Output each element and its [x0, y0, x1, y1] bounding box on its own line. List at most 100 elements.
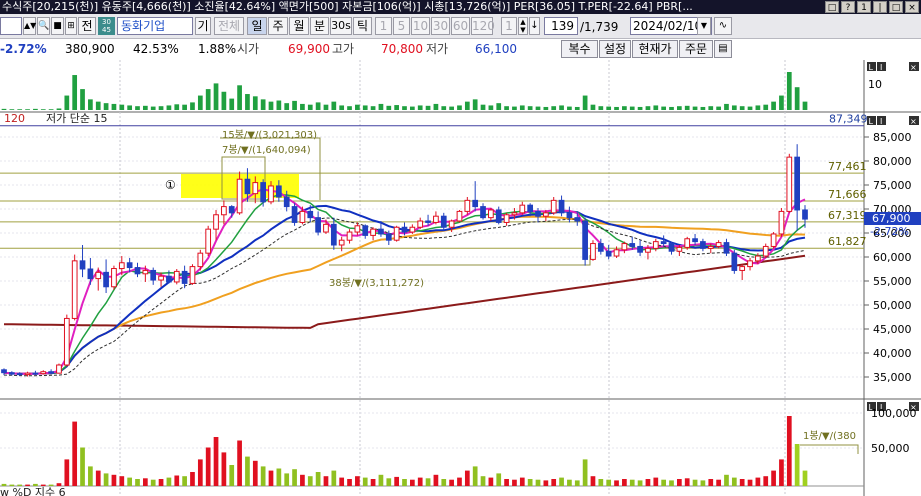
candle[interactable] — [228, 206, 235, 214]
candle[interactable] — [260, 182, 267, 203]
minute-5-button[interactable]: 5 — [393, 17, 410, 35]
cb-toggle-button[interactable]: 전 — [78, 17, 96, 35]
candle[interactable] — [739, 266, 746, 271]
candle[interactable] — [637, 245, 643, 253]
settings-button[interactable]: 설정 — [599, 40, 631, 58]
period-30s-button[interactable]: 30s — [330, 17, 352, 35]
stock-chart[interactable]: L I × L I × L I × 85,00080,00075,00070,0… — [0, 60, 921, 496]
candle[interactable] — [236, 178, 243, 214]
candle[interactable] — [802, 209, 808, 220]
stock-name-field[interactable]: 동화기업 — [117, 17, 193, 35]
candle[interactable] — [464, 199, 471, 212]
candle[interactable] — [692, 238, 698, 243]
candle[interactable] — [103, 271, 109, 288]
candle[interactable] — [330, 223, 337, 246]
candle[interactable] — [472, 199, 479, 208]
candle[interactable] — [8, 372, 15, 375]
order-button[interactable]: 주문 — [679, 40, 713, 58]
minute-30-button[interactable]: 30 — [431, 17, 450, 35]
gi-button[interactable]: 기 — [195, 17, 211, 35]
candle[interactable] — [629, 243, 636, 247]
candle[interactable] — [417, 220, 424, 228]
layout-1-button[interactable]: 1 — [857, 1, 871, 13]
candle[interactable] — [550, 199, 557, 214]
candle[interactable] — [786, 156, 793, 212]
minute-10-button[interactable]: 10 — [411, 17, 430, 35]
candle[interactable] — [173, 270, 180, 283]
candle[interactable] — [715, 242, 722, 247]
candle[interactable] — [118, 262, 125, 270]
candle[interactable] — [495, 209, 502, 223]
candle[interactable] — [150, 269, 157, 281]
candle[interactable] — [770, 233, 777, 247]
candle[interactable] — [794, 156, 801, 211]
candle[interactable] — [425, 220, 431, 223]
candle[interactable] — [527, 204, 534, 212]
minute-1-button[interactable]: 1 — [375, 17, 392, 35]
current-price-button[interactable]: 현재가 — [632, 40, 678, 58]
candle[interactable] — [597, 243, 604, 252]
arrow-down-icon[interactable]: ↓ — [529, 17, 540, 35]
candle[interactable] — [621, 243, 628, 251]
minute-120-button[interactable]: 120 — [471, 17, 495, 35]
period-30-icon[interactable]: 30 45 — [98, 17, 115, 35]
close-button[interactable]: × — [905, 1, 919, 13]
candle[interactable] — [166, 275, 172, 283]
candle[interactable] — [142, 269, 149, 275]
candle[interactable] — [338, 239, 345, 246]
multi-button[interactable]: 복수 — [561, 40, 598, 58]
spin-up-down-icon[interactable]: ▲ ▼ — [518, 17, 528, 35]
candle[interactable] — [1, 369, 7, 374]
chevron-down-icon[interactable]: ▼ — [697, 17, 711, 35]
candle[interactable] — [582, 220, 588, 260]
candle[interactable] — [440, 215, 447, 228]
candle[interactable] — [307, 210, 314, 219]
candle[interactable] — [346, 231, 353, 241]
window-option-button[interactable]: □ — [825, 1, 839, 13]
period-day-button[interactable]: 일 — [247, 17, 267, 35]
candle[interactable] — [370, 228, 376, 236]
candle[interactable] — [79, 260, 86, 270]
candle[interactable] — [323, 223, 329, 233]
candle[interactable] — [315, 217, 321, 233]
candle[interactable] — [605, 250, 612, 257]
candle[interactable] — [755, 255, 761, 262]
candle[interactable] — [723, 242, 730, 254]
candle[interactable] — [519, 204, 526, 214]
candle[interactable] — [433, 215, 439, 223]
candle[interactable] — [189, 266, 196, 284]
candle[interactable] — [700, 241, 706, 249]
candle[interactable] — [63, 317, 70, 366]
candle[interactable] — [40, 371, 47, 375]
candle[interactable] — [684, 238, 691, 248]
candle[interactable] — [275, 185, 282, 198]
save-icon[interactable]: ▤ — [714, 40, 732, 58]
candle[interactable] — [409, 226, 416, 233]
spin-icon[interactable]: ▲▼ — [23, 17, 36, 35]
chart-tool-icon[interactable]: ∿ — [714, 17, 732, 35]
search-icon[interactable]: 🔍 — [37, 17, 50, 35]
candle[interactable] — [56, 364, 62, 374]
candle[interactable] — [378, 228, 384, 235]
candle[interactable] — [668, 243, 675, 252]
candle[interactable] — [566, 212, 573, 219]
candle[interactable] — [87, 268, 94, 280]
candle[interactable] — [291, 206, 298, 223]
period-tick-button[interactable]: 틱 — [353, 17, 372, 35]
candle[interactable] — [574, 217, 581, 222]
candle[interactable] — [731, 252, 738, 271]
candle[interactable] — [354, 225, 361, 233]
help-button[interactable]: ? — [841, 1, 855, 13]
layout-2-button[interactable]: | — [873, 1, 887, 13]
total-button[interactable]: 전체 — [214, 17, 244, 35]
period-month-button[interactable]: 월 — [289, 17, 309, 35]
candle[interactable] — [158, 275, 164, 281]
candle[interactable] — [645, 247, 651, 253]
candle[interactable] — [488, 209, 494, 219]
candle[interactable] — [213, 214, 219, 230]
candle[interactable] — [299, 210, 306, 223]
candle[interactable] — [652, 241, 659, 249]
stock-code-input[interactable] — [0, 17, 22, 35]
chart-type-icon[interactable]: ⊞ — [65, 17, 77, 35]
candle[interactable] — [181, 270, 188, 284]
